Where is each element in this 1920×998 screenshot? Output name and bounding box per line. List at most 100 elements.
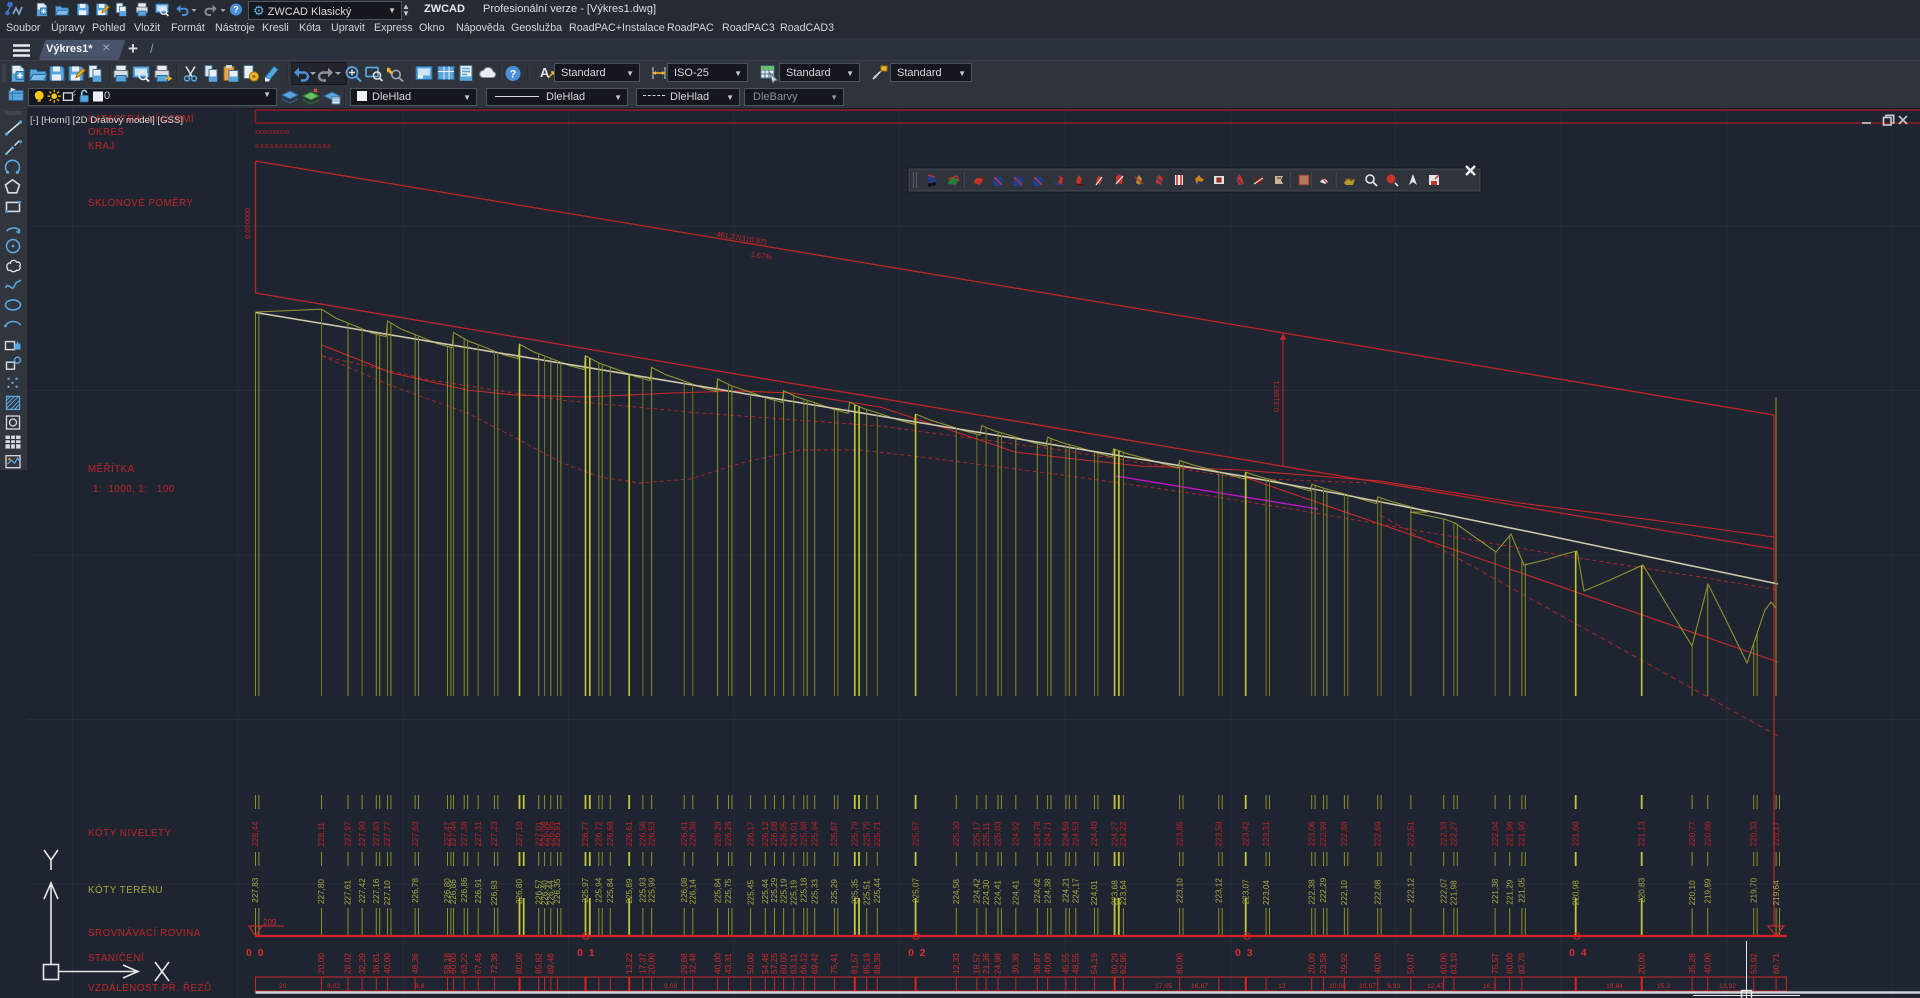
- svg-text:0 2: 0 2: [908, 947, 927, 959]
- svg-text:220,17: 220,17: [1772, 821, 1781, 846]
- svg-text:226,68: 226,68: [606, 821, 615, 846]
- svg-text:225,44: 225,44: [761, 878, 770, 903]
- svg-text:40,00: 40,00: [712, 953, 722, 974]
- svg-text:224,22: 224,22: [1119, 821, 1128, 846]
- svg-text:50,00: 50,00: [745, 953, 755, 974]
- svg-text:219,64: 219,64: [1772, 880, 1781, 905]
- svg-text:80,00: 80,00: [514, 953, 524, 974]
- svg-text:40,00: 40,00: [1702, 953, 1712, 974]
- svg-text:20: 20: [279, 983, 287, 990]
- svg-text:225,29: 225,29: [770, 877, 779, 902]
- svg-text:88,39: 88,39: [872, 953, 882, 974]
- svg-text:225,84: 225,84: [606, 878, 615, 903]
- svg-text:224,53: 224,53: [1072, 821, 1081, 846]
- svg-text:66,12: 66,12: [799, 953, 809, 974]
- svg-text:226,61: 226,61: [625, 821, 634, 846]
- svg-text:KRAJ: KRAJ: [88, 141, 115, 152]
- svg-text:60,00: 60,00: [448, 953, 458, 974]
- svg-text:222,10: 222,10: [1340, 880, 1349, 905]
- svg-text:0 0: 0 0: [246, 947, 265, 959]
- svg-text:69,42: 69,42: [809, 953, 819, 974]
- svg-text:13,92: 13,92: [1719, 983, 1736, 990]
- svg-text:222,04: 222,04: [1491, 821, 1500, 846]
- svg-text:12,33: 12,33: [951, 953, 961, 974]
- svg-text:45,55: 45,55: [1061, 953, 1071, 974]
- svg-text:OKRES: OKRES: [88, 127, 124, 138]
- svg-text:9,08: 9,08: [664, 983, 677, 990]
- svg-text:16,3: 16,3: [1483, 983, 1496, 990]
- svg-text:225,94: 225,94: [810, 821, 819, 846]
- svg-text:85,82: 85,82: [533, 953, 543, 974]
- svg-text:226,91: 226,91: [474, 878, 483, 903]
- svg-text:220,98: 220,98: [1571, 880, 1580, 905]
- svg-text:STANIČENÍ: STANIČENÍ: [88, 953, 144, 964]
- svg-text:224,42: 224,42: [1033, 878, 1042, 903]
- svg-text:17,05: 17,05: [1155, 983, 1172, 990]
- svg-text:75,57: 75,57: [1490, 953, 1500, 974]
- svg-text:224,78: 224,78: [1033, 821, 1042, 846]
- svg-text:227,10: 227,10: [383, 880, 392, 905]
- svg-text:30,36: 30,36: [1011, 953, 1021, 974]
- svg-text:225,11: 225,11: [982, 822, 991, 847]
- svg-text:10,08: 10,08: [1329, 983, 1346, 990]
- svg-text:224,30: 224,30: [982, 879, 991, 904]
- svg-text:SKLONOVÉ POMĚRY: SKLONOVÉ POMĚRY: [88, 198, 193, 209]
- svg-text:226,29: 226,29: [713, 821, 722, 846]
- svg-text:KÓTY NIVELETY: KÓTY NIVELETY: [88, 828, 172, 839]
- svg-text:227,23: 227,23: [490, 821, 499, 846]
- svg-text:40,00: 40,00: [1042, 953, 1052, 974]
- svg-text:221,29: 221,29: [1505, 879, 1514, 904]
- svg-text:72,38: 72,38: [489, 953, 499, 974]
- svg-text:226,08: 226,08: [770, 821, 779, 846]
- svg-text:225,19: 225,19: [779, 878, 788, 903]
- svg-text:13,22: 13,22: [624, 953, 634, 974]
- svg-text:226,05: 226,05: [779, 821, 788, 846]
- svg-text:225,07: 225,07: [911, 878, 920, 903]
- svg-text:220,83: 220,83: [1637, 877, 1646, 902]
- svg-text:223,04: 223,04: [1262, 880, 1271, 905]
- svg-text:225,51: 225,51: [862, 880, 871, 905]
- svg-text:222,07: 222,07: [1439, 878, 1448, 903]
- svg-text:225,97: 225,97: [581, 877, 590, 902]
- svg-text:?: ?: [510, 69, 517, 81]
- svg-text:225,84: 225,84: [713, 878, 722, 903]
- svg-text:10,07: 10,07: [1359, 983, 1376, 990]
- svg-text:223,85: 223,85: [1175, 821, 1184, 846]
- svg-text:48,55: 48,55: [1071, 953, 1081, 974]
- svg-text:8,02: 8,02: [327, 983, 340, 990]
- svg-text:223,07: 223,07: [1241, 879, 1250, 904]
- svg-text:225,79: 225,79: [851, 821, 860, 846]
- svg-text:225,98: 225,98: [800, 821, 809, 846]
- svg-text:222,69: 222,69: [1373, 821, 1382, 846]
- svg-text:85,19: 85,19: [861, 953, 871, 974]
- svg-text:222,38: 222,38: [1307, 879, 1316, 904]
- svg-text:225,44: 225,44: [873, 878, 882, 903]
- svg-text:222,33: 222,33: [1439, 821, 1448, 846]
- svg-text:223,10: 223,10: [1175, 878, 1184, 903]
- svg-text:219,70: 219,70: [1749, 877, 1758, 902]
- svg-text:0 3: 0 3: [1235, 947, 1254, 959]
- svg-text:?: ?: [233, 5, 238, 15]
- svg-text:227,42: 227,42: [358, 878, 367, 903]
- svg-text:224,71: 224,71: [1043, 821, 1052, 846]
- svg-text:220,66: 220,66: [1703, 821, 1712, 846]
- svg-text:226,72: 226,72: [595, 821, 604, 846]
- svg-text:60,00: 60,00: [1438, 953, 1448, 974]
- svg-text:223,06: 223,06: [1307, 821, 1316, 846]
- svg-text:53,92: 53,92: [1748, 953, 1758, 974]
- svg-text:221,96: 221,96: [1505, 821, 1514, 846]
- svg-text:8,8: 8,8: [415, 983, 425, 990]
- svg-text:226,77: 226,77: [581, 821, 590, 846]
- svg-text:222,29: 222,29: [1319, 877, 1328, 902]
- svg-text:227,44: 227,44: [449, 821, 458, 846]
- svg-text:63,22: 63,22: [459, 953, 469, 974]
- svg-text:220,77: 220,77: [1688, 821, 1697, 846]
- svg-text:224,40: 224,40: [1090, 821, 1099, 846]
- svg-text:SROVNÁVACÍ ROVINA: SROVNÁVACÍ ROVINA: [88, 928, 201, 939]
- svg-text:xxxxxxxxxx: xxxxxxxxxx: [255, 129, 291, 136]
- svg-text:19,84: 19,84: [1606, 983, 1623, 990]
- svg-text:0.316971: 0.316971: [1272, 381, 1281, 412]
- svg-text:23,58: 23,58: [1318, 953, 1328, 974]
- svg-text:223,31: 223,31: [1262, 821, 1271, 846]
- svg-text:32,29: 32,29: [357, 953, 367, 974]
